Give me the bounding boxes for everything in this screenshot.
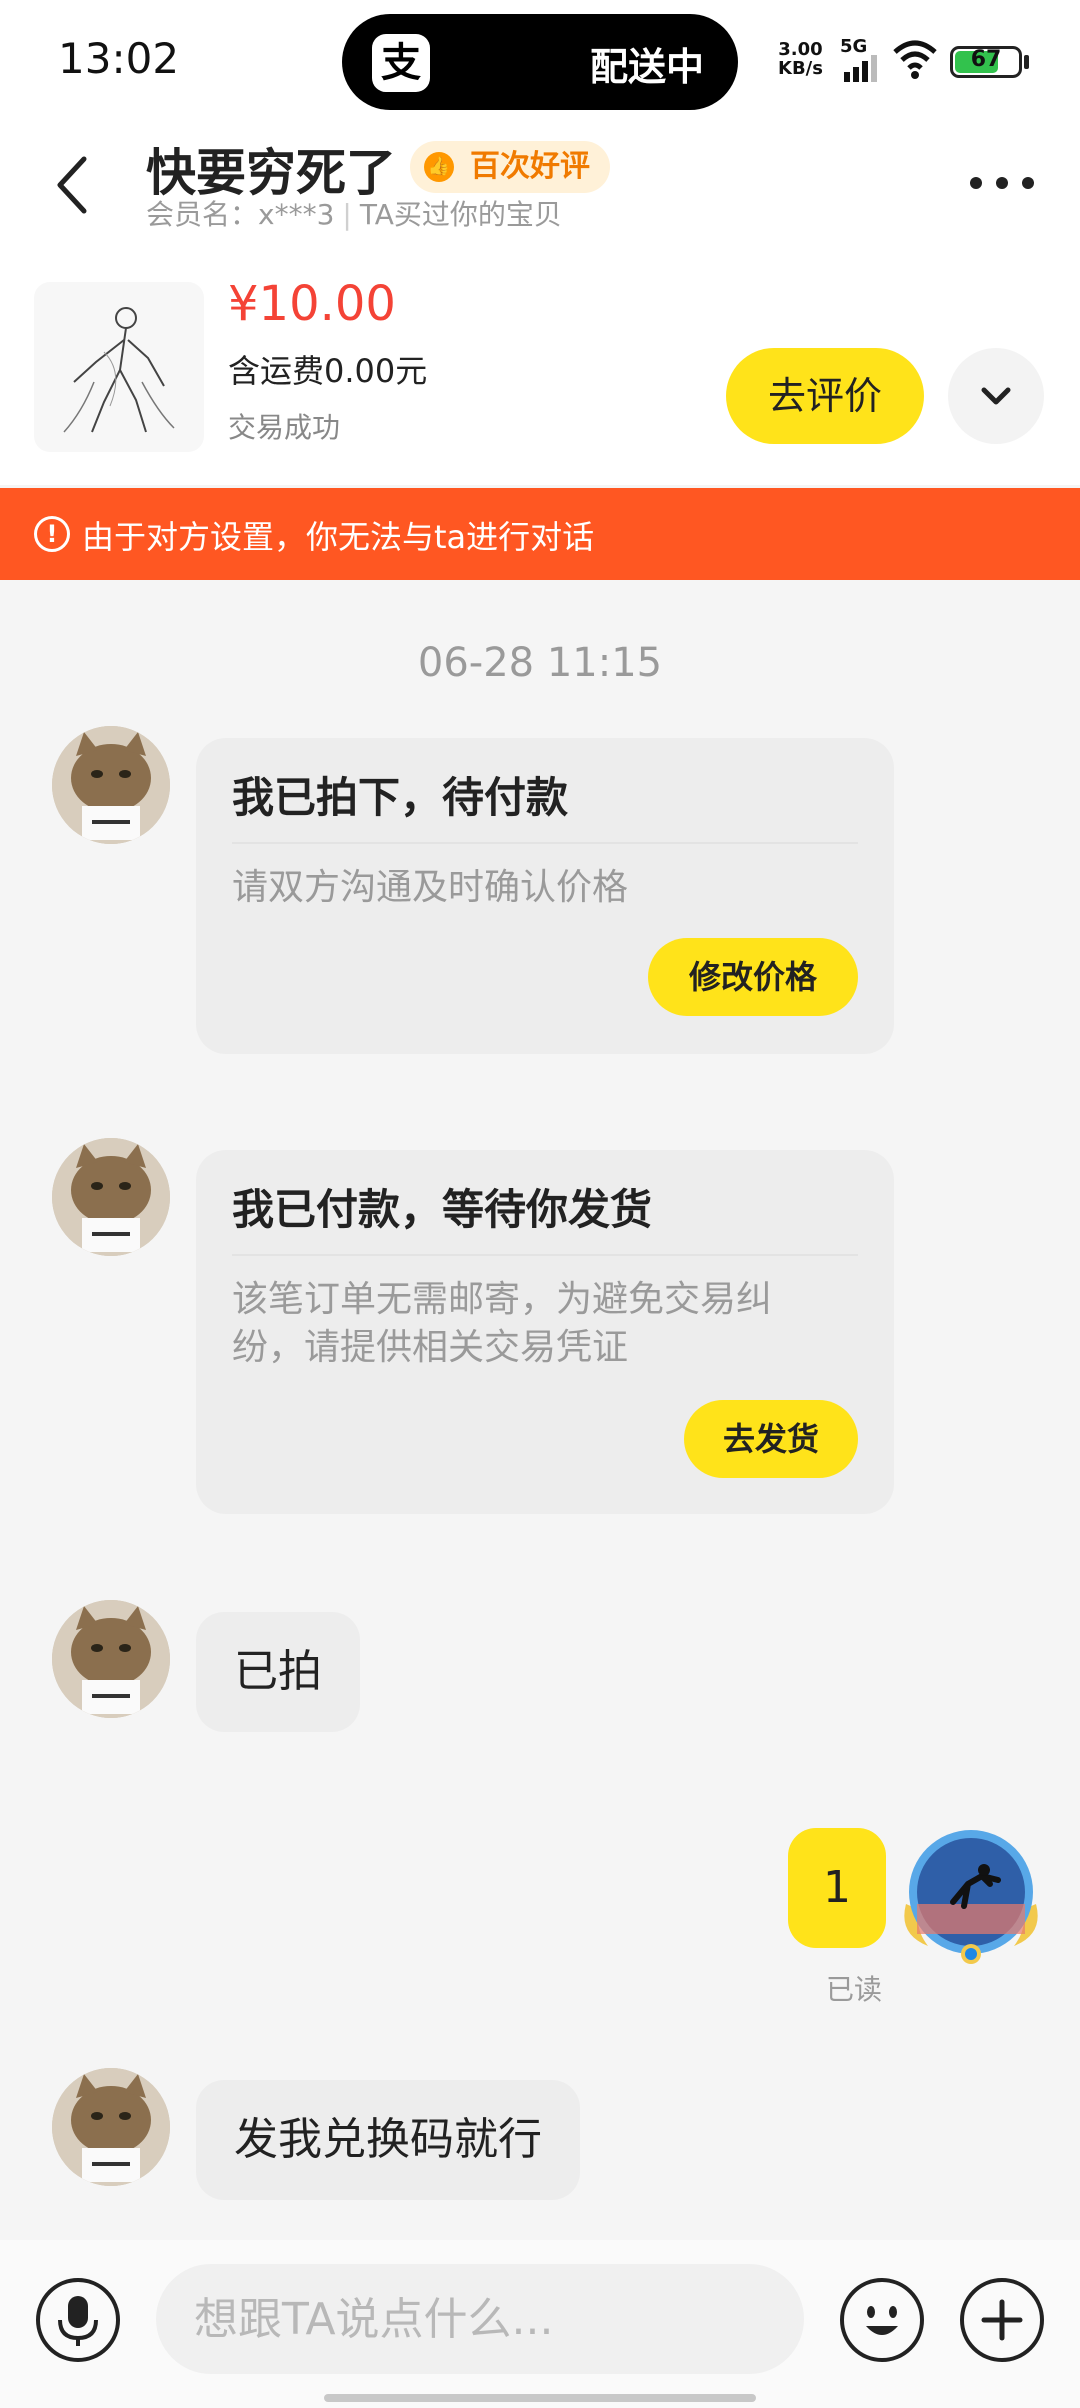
order-card-awaiting-shipment: 我已付款，等待你发货 该笔订单无需邮寄，为避免交易纠 纷，请提供相关交易凭证 去…: [196, 1150, 894, 1514]
modify-price-button[interactable]: 修改价格: [648, 938, 858, 1016]
reputation-badge[interactable]: 👍 百次好评: [410, 141, 610, 193]
my-avatar[interactable]: [898, 1824, 1044, 1970]
member-note: TA买过你的宝贝: [359, 198, 562, 231]
chevron-down-icon: [981, 387, 1011, 405]
ship-button[interactable]: 去发货: [684, 1400, 858, 1478]
more-actions-button[interactable]: [960, 2278, 1044, 2362]
message-timestamp: 06-28 11:15: [417, 640, 663, 686]
more-icon[interactable]: [968, 173, 1036, 193]
product-thumbnail[interactable]: [34, 282, 204, 452]
wifi-icon: [893, 40, 937, 79]
card-body: 请双方沟通及时确认价格: [232, 867, 629, 908]
back-icon[interactable]: [50, 153, 94, 217]
expand-button[interactable]: [948, 348, 1044, 444]
emoji-icon: [866, 2306, 898, 2335]
plus-icon: [981, 2299, 1023, 2341]
net-speed-value: 3.00: [778, 39, 823, 60]
card-body: 该笔订单无需邮寄，为避免交易纠 纷，请提供相关交易凭证: [232, 1276, 858, 1372]
contact-avatar[interactable]: [52, 1600, 170, 1718]
card-body-line: 该笔订单无需邮寄，为避免交易纠: [232, 1279, 773, 1320]
chat-restricted-banner: ! 由于对方设置，你无法与ta进行对话: [0, 488, 1080, 580]
contact-avatar[interactable]: [52, 726, 170, 844]
net-speed-unit: KB/s: [778, 58, 823, 79]
outgoing-message[interactable]: 1: [788, 1828, 886, 1948]
signal-icon: [844, 55, 877, 82]
input-bar: [0, 2240, 1080, 2408]
network-speed: 3.00 KB/s: [778, 40, 823, 78]
shipping-fee: 含运费0.00元: [228, 352, 428, 390]
contact-avatar[interactable]: [52, 2068, 170, 2186]
chat-header: 快要穷死了 👍 百次好评 会员名：x***3 | TA买过你的宝贝: [0, 125, 1080, 240]
emoji-button[interactable]: [840, 2278, 924, 2362]
voice-button[interactable]: [36, 2278, 120, 2362]
review-button[interactable]: 去评价: [726, 348, 924, 444]
alipay-icon: 支: [372, 34, 430, 92]
order-card-pending-payment: 我已拍下，待付款 请双方沟通及时确认价格 修改价格: [196, 738, 894, 1054]
member-label: 会员名：x***3: [146, 198, 335, 231]
card-divider: [232, 842, 858, 844]
message-input[interactable]: [156, 2264, 804, 2374]
trade-status: 交易成功: [228, 411, 341, 444]
status-bar: 13:02 支 配送中 3.00 KB/s 5G 67: [0, 0, 1080, 125]
card-body-line: 纷，请提供相关交易凭证: [232, 1327, 629, 1368]
microphone-icon: [58, 2296, 98, 2346]
home-indicator[interactable]: [324, 2394, 756, 2402]
dynamic-island[interactable]: 支 配送中: [342, 14, 738, 110]
incoming-message[interactable]: 已拍: [196, 1612, 360, 1732]
card-title: 我已拍下，待付款: [232, 773, 569, 822]
island-text: 配送中: [589, 45, 704, 89]
status-time: 13:02: [58, 34, 180, 83]
contact-avatar[interactable]: [52, 1138, 170, 1256]
battery-icon: 67: [950, 46, 1022, 78]
battery-cap: [1024, 55, 1029, 69]
product-card[interactable]: ¥10.00 含运费0.00元 交易成功 去评价: [0, 240, 1080, 485]
divider: |: [342, 198, 352, 231]
warning-text: 由于对方设置，你无法与ta进行对话: [82, 518, 595, 556]
member-info: 会员名：x***3 | TA买过你的宝贝: [146, 193, 562, 233]
card-divider: [232, 1254, 858, 1256]
product-price: ¥10.00: [228, 276, 396, 332]
read-status: 已读: [826, 1973, 883, 2006]
battery-level: 67: [970, 47, 1002, 72]
badge-label: 百次好评: [470, 149, 590, 184]
incoming-message[interactable]: 发我兑换码就行: [196, 2080, 580, 2200]
card-title: 我已付款，等待你发货: [232, 1185, 653, 1234]
warning-icon: !: [34, 516, 70, 552]
thumbs-up-icon: 👍: [424, 152, 454, 182]
